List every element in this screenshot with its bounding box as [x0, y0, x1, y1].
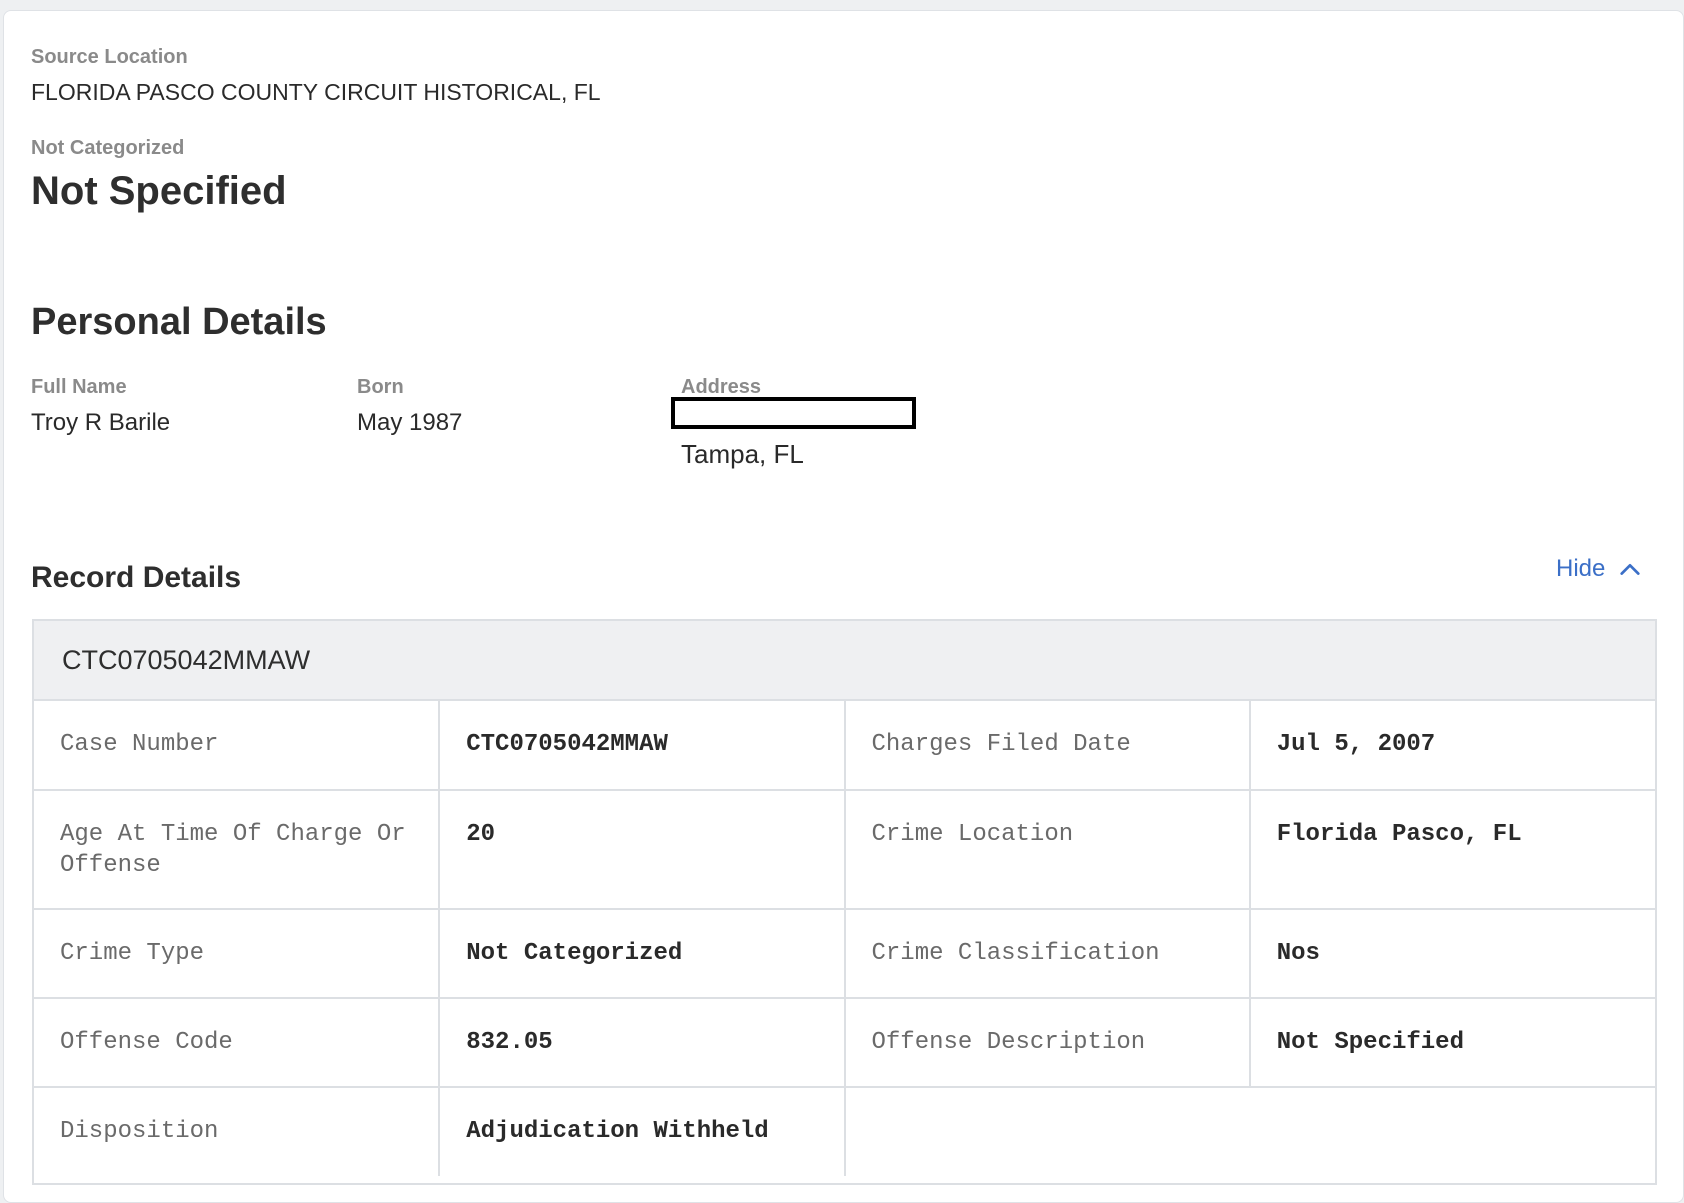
address-label: Address: [681, 376, 762, 398]
source-location-value: FLORIDA PASCO COUNTY CIRCUIT HISTORICAL,…: [31, 79, 601, 105]
charges-filed-date-label: Charges Filed Date: [843, 701, 1251, 791]
chevron-up-icon: [1620, 563, 1640, 575]
table-row: Disposition Adjudication Withheld: [34, 1086, 1655, 1176]
crime-type-value: Not Categorized: [438, 908, 846, 999]
crime-location-value: Florida Pasco, FL: [1248, 789, 1655, 910]
empty-cell: [843, 1086, 1655, 1176]
full-name-label: Full Name: [31, 376, 127, 398]
offense-code-value: 832.05: [438, 997, 846, 1088]
crime-classification-value: Nos: [1248, 908, 1655, 999]
age-at-charge-label: Age At Time Of Charge Or Offense: [34, 789, 441, 910]
offense-description-value: Not Specified: [1248, 997, 1655, 1088]
crime-location-label: Crime Location: [843, 789, 1251, 910]
hide-label: Hide: [1556, 555, 1606, 582]
crime-type-label: Crime Type: [34, 908, 441, 999]
personal-details-heading: Personal Details: [31, 301, 327, 343]
record-header-case-id: CTC0705042MMAW: [34, 621, 1655, 701]
address-city: Tampa, FL: [681, 439, 804, 469]
table-row: Case Number CTC0705042MMAW Charges Filed…: [34, 701, 1655, 791]
disposition-label: Disposition: [34, 1086, 441, 1176]
disposition-value: Adjudication Withheld: [438, 1086, 846, 1176]
category-label: Not Categorized: [31, 137, 185, 159]
address-redaction-box: [671, 397, 916, 429]
hide-record-details-button[interactable]: Hide: [1556, 555, 1641, 583]
born-label: Born: [357, 376, 404, 398]
born-value: May 1987: [357, 409, 463, 436]
offense-description-label: Offense Description: [843, 997, 1251, 1088]
record-table-container: CTC0705042MMAW Case Number CTC0705042MMA…: [32, 619, 1657, 1185]
table-row: Crime Type Not Categorized Crime Classif…: [34, 908, 1655, 999]
case-number-value: CTC0705042MMAW: [438, 701, 846, 791]
table-row: Age At Time Of Charge Or Offense 20 Crim…: [34, 789, 1655, 910]
record-card: Source Location FLORIDA PASCO COUNTY CIR…: [3, 10, 1684, 1203]
record-details-heading: Record Details: [31, 561, 242, 594]
crime-classification-label: Crime Classification: [843, 908, 1251, 999]
record-details-table: Case Number CTC0705042MMAW Charges Filed…: [34, 701, 1655, 1176]
full-name-value: Troy R Barile: [31, 409, 171, 436]
table-row: Offense Code 832.05 Offense Description …: [34, 997, 1655, 1088]
source-location-label: Source Location: [31, 46, 188, 68]
age-at-charge-value: 20: [438, 789, 846, 910]
category-value: Not Specified: [31, 169, 287, 213]
case-number-label: Case Number: [34, 701, 441, 791]
charges-filed-date-value: Jul 5, 2007: [1248, 701, 1655, 791]
offense-code-label: Offense Code: [34, 997, 441, 1088]
